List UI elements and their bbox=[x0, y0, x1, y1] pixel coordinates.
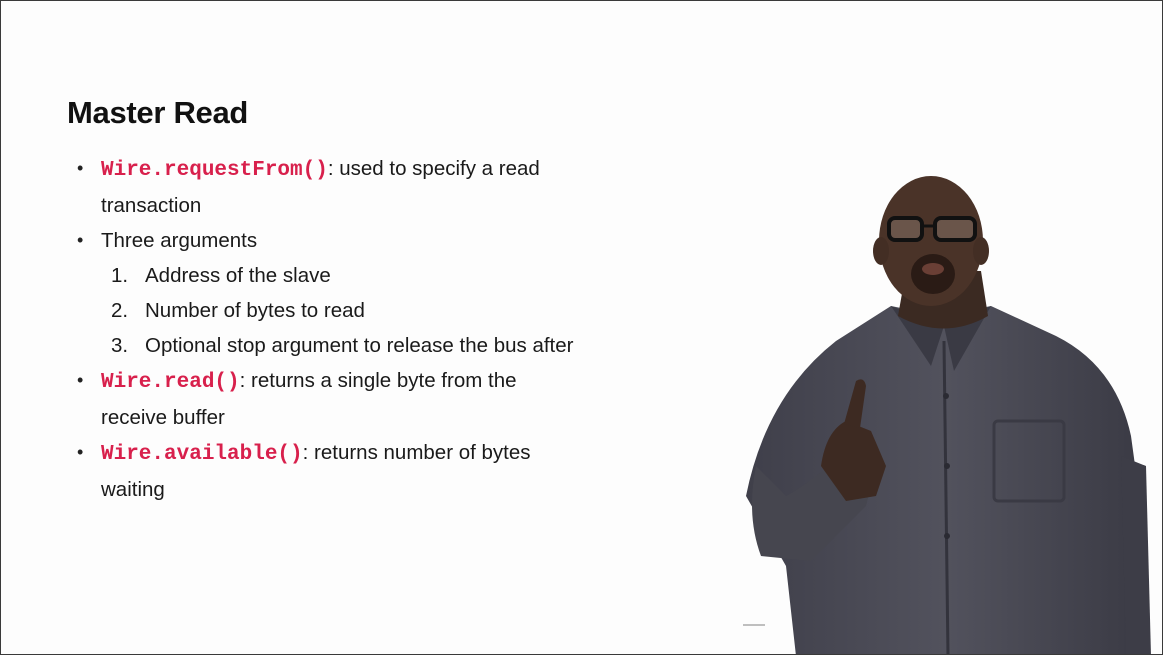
bullet-three-arguments: Three arguments 1. Address of the slave 2… bbox=[73, 223, 633, 363]
bullet-read: Wire.read(): returns a single byte from … bbox=[73, 363, 633, 435]
argument-text: Address of the slave bbox=[145, 264, 331, 287]
argument-item: 2. Number of bytes to read bbox=[101, 293, 633, 328]
bullet-text: : returns a single byte from the bbox=[239, 369, 517, 392]
code-request-from: Wire.requestFrom() bbox=[101, 159, 328, 182]
slide-title: Master Read bbox=[67, 95, 249, 130]
bullet-text: : returns number of bytes bbox=[302, 441, 531, 464]
bullet-text-continued: receive buffer bbox=[101, 406, 225, 429]
bullet-list: Wire.requestFrom(): used to specify a re… bbox=[73, 151, 633, 507]
argument-list: 1. Address of the slave 2. Number of bytes… bbox=[101, 258, 633, 363]
bullet-request-from: Wire.requestFrom(): used to specify a re… bbox=[73, 151, 633, 223]
divider bbox=[743, 624, 765, 626]
bullet-available: Wire.available(): returns number of byte… bbox=[73, 435, 633, 507]
argument-text: Number of bytes to read bbox=[145, 299, 365, 322]
video-frame: Master Read Wire.requestFrom(): used to … bbox=[0, 0, 1163, 655]
bullet-text: Three arguments bbox=[101, 229, 258, 252]
code-available: Wire.available() bbox=[101, 443, 303, 466]
argument-number: 2. bbox=[111, 299, 129, 322]
argument-number: 1. bbox=[111, 264, 129, 287]
argument-number: 3. bbox=[111, 334, 129, 357]
code-read: Wire.read() bbox=[101, 371, 240, 394]
argument-text: Optional stop argument to release the bu… bbox=[145, 334, 574, 357]
argument-item: 3. Optional stop argument to release the … bbox=[101, 328, 633, 363]
bullet-text-continued: waiting bbox=[101, 478, 165, 501]
bullet-text-continued: transaction bbox=[101, 194, 202, 217]
bullet-text: : used to specify a read bbox=[327, 157, 540, 180]
argument-item: 1. Address of the slave bbox=[101, 258, 633, 293]
presenter-image bbox=[746, 176, 1151, 654]
